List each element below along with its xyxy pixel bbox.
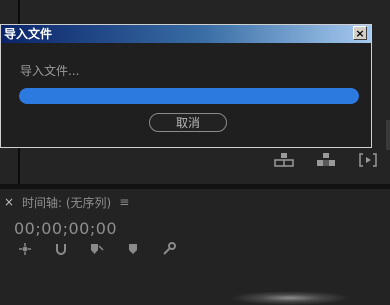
dialog-titlebar[interactable]: 导入文件 × <box>1 25 371 43</box>
timeline-toolbar <box>16 241 178 257</box>
timeline-tab[interactable]: × 时间轴: (无序列) ≡ <box>4 194 129 210</box>
snap-icon[interactable] <box>16 241 34 257</box>
export-frame-icon[interactable] <box>356 150 380 170</box>
import-progress-fill <box>19 88 359 104</box>
panel-menu-icon[interactable]: ≡ <box>119 195 129 209</box>
dialog-title: 导入文件 <box>4 27 53 41</box>
waveform-artifact <box>230 291 350 305</box>
cancel-button[interactable]: 取消 <box>149 113 227 132</box>
marker-icon[interactable] <box>124 241 142 257</box>
dialog-close-button[interactable]: × <box>353 26 367 40</box>
linked-selection-icon[interactable] <box>52 241 70 257</box>
import-dialog: 导入文件 × 导入文件... 取消 <box>0 24 372 148</box>
timeline-timecode[interactable]: 00;00;00;00 <box>14 219 117 238</box>
settings-wrench-icon[interactable] <box>160 241 178 257</box>
panel-scrollbar[interactable] <box>386 120 390 150</box>
timeline-close-button[interactable]: × <box>4 195 14 209</box>
dialog-message: 导入文件... <box>20 64 80 78</box>
add-marker-icon[interactable] <box>88 241 106 257</box>
app-window: × 时间轴: (无序列) ≡ 00;00;00;00 导入文件 × 导入文件..… <box>0 0 390 305</box>
import-progress-bar <box>19 88 359 104</box>
insert-icon[interactable] <box>272 150 296 170</box>
timeline-title: 时间轴: (无序列) <box>22 195 112 210</box>
overwrite-icon[interactable] <box>314 150 338 170</box>
monitor-toolbar <box>272 150 380 170</box>
